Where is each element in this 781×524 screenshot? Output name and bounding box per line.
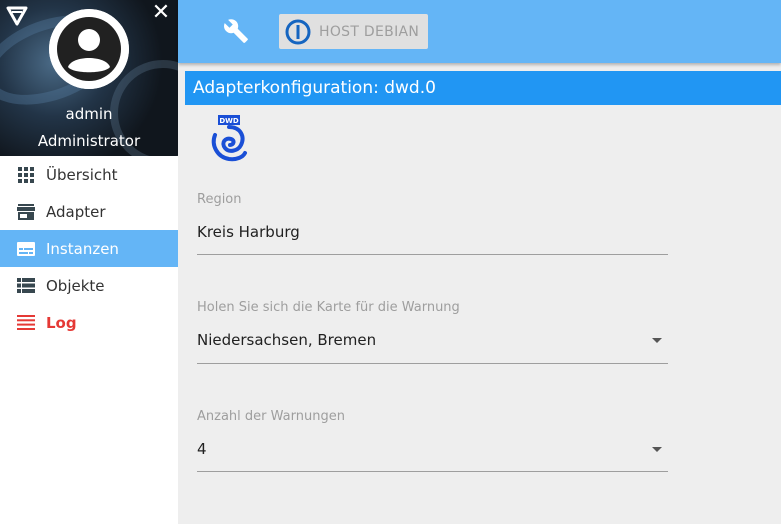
sidebar-nav: Übersicht Adapter Instanzen Objekte Log (0, 156, 178, 341)
dwd-logo-text: DWD (219, 117, 239, 125)
list-icon (17, 277, 35, 295)
region-field[interactable]: Region Kreis Harburg (197, 192, 668, 256)
sidebar-item-instanzen[interactable]: Instanzen (0, 230, 178, 267)
map-select-value[interactable]: Niedersachsen, Bremen (197, 331, 376, 349)
map-select-underline (197, 363, 668, 364)
sidebar-item-uebersicht[interactable]: Übersicht (0, 156, 178, 193)
host-button[interactable]: HOST DEBIAN (279, 14, 428, 49)
sidebar-item-objekte[interactable]: Objekte (0, 267, 178, 304)
sidebar-item-label: Instanzen (46, 239, 119, 258)
region-label: Region (197, 192, 242, 207)
menu-triangle-icon[interactable] (6, 6, 28, 26)
map-select-label: Holen Sie sich die Karte für die Warnung (197, 300, 460, 315)
warnings-count-field[interactable]: Anzahl der Warnungen 4 (197, 409, 668, 475)
page-title-bar: Adapterkonfiguration: dwd.0 (185, 71, 781, 105)
warnings-count-underline (197, 471, 668, 472)
user-icon (49, 9, 129, 89)
page-title: Adapterkonfiguration: dwd.0 (193, 78, 436, 98)
chevron-down-icon[interactable] (652, 338, 662, 343)
user-name: admin (65, 105, 113, 123)
iobroker-logo-icon (285, 19, 311, 44)
sidebar-item-label: Log (46, 313, 77, 332)
sidebar-item-label: Übersicht (46, 165, 118, 184)
map-select-field[interactable]: Holen Sie sich die Karte für die Warnung… (197, 300, 668, 366)
chevron-down-icon[interactable] (652, 447, 662, 452)
warnings-count-value[interactable]: 4 (197, 440, 207, 458)
host-button-label: HOST DEBIAN (319, 23, 420, 40)
apps-grid-icon (17, 166, 35, 184)
region-underline (197, 254, 668, 255)
sidebar-header: ✕ admin Administrator (0, 0, 178, 156)
instances-icon (17, 240, 35, 258)
dwd-logo-icon: DWD (211, 115, 247, 162)
wrench-icon[interactable] (223, 18, 249, 44)
close-icon[interactable]: ✕ (150, 2, 172, 24)
sidebar-item-label: Adapter (46, 202, 106, 221)
sidebar-item-adapter[interactable]: Adapter (0, 193, 178, 230)
sidebar: ✕ admin Administrator Übersicht Adapter … (0, 0, 178, 524)
avatar[interactable] (49, 9, 129, 89)
region-input[interactable]: Kreis Harburg (197, 223, 300, 241)
warnings-count-label: Anzahl der Warnungen (197, 409, 345, 424)
store-icon (17, 203, 35, 221)
sidebar-item-log[interactable]: Log (0, 304, 178, 341)
sidebar-item-label: Objekte (46, 276, 105, 295)
log-lines-icon (17, 314, 35, 332)
top-toolbar: HOST DEBIAN (178, 0, 781, 63)
user-role: Administrator (37, 132, 141, 150)
